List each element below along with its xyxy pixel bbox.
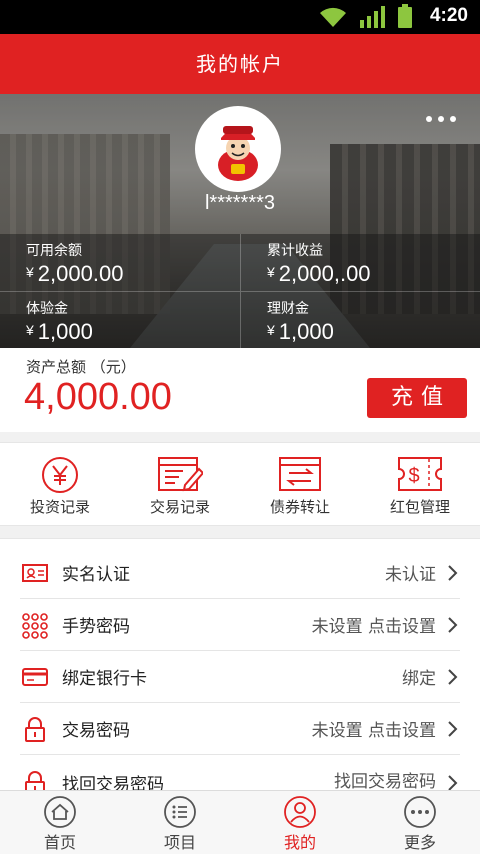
stat-wealth-fund: 理财金 ¥1,000 [240, 291, 480, 348]
home-icon [0, 791, 120, 829]
row-trade-password[interactable]: 交易密码 未设置 点击设置 [0, 703, 480, 755]
more-icon[interactable] [426, 116, 456, 126]
status-time: 4:20 [429, 5, 468, 26]
yen-circle-icon [0, 443, 120, 493]
row-gesture-password[interactable]: 手势密码 未设置 点击设置 [0, 599, 480, 651]
page-title: 我的帐户 [0, 34, 480, 94]
id-card-icon [22, 561, 48, 585]
tab-home[interactable]: 首页 [0, 791, 120, 854]
bank-card-icon [22, 665, 48, 689]
row-recover-trade-password[interactable]: 找回交易密码 找回交易密码 [0, 757, 480, 790]
total-assets-label: 资产总额 （元） [26, 358, 136, 376]
chevron-right-icon [446, 719, 460, 739]
stat-total-earnings: 累计收益 ¥2,000,.00 [240, 234, 480, 291]
bottom-tab-bar: 首页 项目 我的 更多 [0, 790, 480, 854]
chevron-right-icon [446, 615, 460, 635]
stat-trial-fund: 体验金 ¥1,000 [0, 291, 240, 348]
quick-bond-transfer[interactable]: 债券转让 [240, 443, 360, 525]
row-real-name-verification[interactable]: 实名认证 未认证 [0, 547, 480, 599]
more-circle-icon [360, 791, 480, 829]
gesture-grid-icon [22, 613, 48, 639]
chevron-right-icon [446, 563, 460, 583]
red-packet-icon: $ [360, 443, 480, 493]
chevron-right-icon [446, 667, 460, 687]
recharge-button[interactable]: 充值 [367, 378, 467, 418]
status-bar: 4:20 [0, 0, 480, 34]
username: l*******3 [204, 192, 276, 214]
stat-available-balance: 可用余额 ¥2,000.00 [26, 243, 124, 286]
tab-projects[interactable]: 项目 [120, 791, 240, 854]
total-assets-amount: 4,000.00 [24, 376, 172, 418]
profile-header: l*******3 可用余额 ¥2,000.00 累计收益 ¥2,000,.00… [0, 94, 480, 348]
quick-transaction-records[interactable]: 交易记录 [120, 443, 240, 525]
user-icon [240, 791, 360, 829]
tab-mine[interactable]: 我的 [240, 791, 360, 854]
lock-icon [22, 717, 48, 742]
signal-icon [360, 6, 386, 28]
account-settings-list: 实名认证 未认证 手势密码 未设置 点击设置 绑定银行卡 绑定 交易密码 未设置… [0, 538, 480, 790]
lock-icon [22, 771, 48, 790]
quick-red-packet-management[interactable]: $ 红包管理 [360, 443, 480, 525]
quick-actions: 投资记录 交易记录 债券转让 $ 红包管理 [0, 442, 480, 526]
wifi-icon [318, 6, 348, 28]
list-icon [120, 791, 240, 829]
battery-icon [398, 4, 412, 28]
document-edit-icon [120, 443, 240, 493]
row-bind-bank-card[interactable]: 绑定银行卡 绑定 [0, 651, 480, 703]
avatar[interactable] [195, 106, 281, 192]
tab-more[interactable]: 更多 [360, 791, 480, 854]
chevron-right-icon [446, 773, 460, 790]
account-stats: 可用余额 ¥2,000.00 累计收益 ¥2,000,.00 体验金 ¥1,00… [0, 234, 480, 348]
transfer-icon [240, 443, 360, 493]
quick-investment-records[interactable]: 投资记录 [0, 443, 120, 525]
svg-text:$: $ [408, 465, 419, 487]
